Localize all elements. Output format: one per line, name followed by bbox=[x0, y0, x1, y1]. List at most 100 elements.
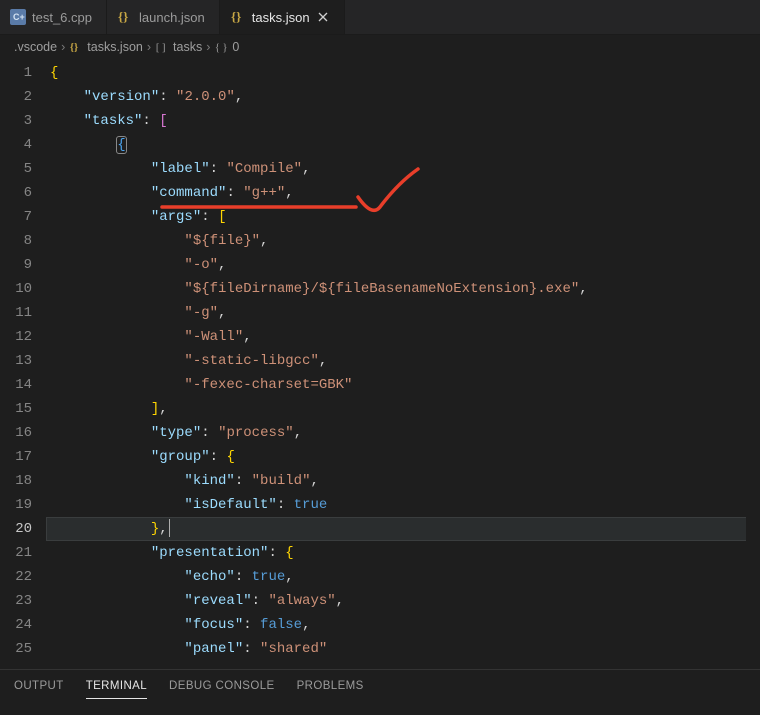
line-number: 25 bbox=[0, 637, 32, 661]
token-key: "command" bbox=[151, 185, 227, 201]
token-pun: , bbox=[285, 569, 293, 585]
line-number: 12 bbox=[0, 325, 32, 349]
code-line[interactable]: ], bbox=[46, 397, 760, 421]
code-line[interactable]: "kind": "build", bbox=[46, 469, 760, 493]
text-cursor bbox=[169, 519, 170, 537]
code-line[interactable]: "echo": true, bbox=[46, 565, 760, 589]
svg-text:{}: {} bbox=[118, 9, 128, 24]
line-number: 9 bbox=[0, 253, 32, 277]
tab-label: test_6.cpp bbox=[32, 10, 92, 25]
token-pun: : bbox=[159, 89, 176, 105]
line-number: 6 bbox=[0, 181, 32, 205]
token-key: "type" bbox=[151, 425, 201, 441]
code-line[interactable]: "group": { bbox=[46, 445, 760, 469]
code-line[interactable]: "type": "process", bbox=[46, 421, 760, 445]
line-number: 15 bbox=[0, 397, 32, 421]
object-icon: { } bbox=[214, 40, 228, 54]
token-pun: : bbox=[243, 617, 260, 633]
svg-text:[ ]: [ ] bbox=[156, 43, 166, 54]
token-key: "tasks" bbox=[84, 113, 143, 129]
tab-tasks-json[interactable]: {} tasks.json bbox=[220, 0, 345, 34]
array-icon: [ ] bbox=[155, 40, 169, 54]
json-file-icon: {} bbox=[69, 40, 83, 54]
token-pun: : bbox=[243, 641, 260, 657]
code-line[interactable]: "args": [ bbox=[46, 205, 760, 229]
token-brkD: } bbox=[151, 521, 159, 537]
vertical-scrollbar[interactable] bbox=[746, 59, 760, 669]
panel-tab-bar: OUTPUT TERMINAL DEBUG CONSOLE PROBLEMS bbox=[0, 670, 378, 699]
code-line[interactable]: "focus": false, bbox=[46, 613, 760, 637]
line-number: 18 bbox=[0, 469, 32, 493]
token-pun: , bbox=[159, 401, 167, 417]
token-pun: : bbox=[277, 497, 294, 513]
token-brkC: { bbox=[117, 137, 125, 153]
token-pun: , bbox=[302, 161, 310, 177]
code-line[interactable]: "label": "Compile", bbox=[46, 157, 760, 181]
code-line[interactable]: "panel": "shared" bbox=[46, 637, 760, 661]
token-key: "args" bbox=[151, 209, 201, 225]
code-line[interactable]: { bbox=[46, 133, 760, 157]
code-line[interactable]: "version": "2.0.0", bbox=[46, 85, 760, 109]
token-bool: true bbox=[294, 497, 328, 513]
panel-tab-terminal[interactable]: TERMINAL bbox=[86, 680, 147, 699]
token-pun: : bbox=[142, 113, 159, 129]
tab-test-6-cpp[interactable]: C+ test_6.cpp bbox=[0, 0, 107, 34]
code-line[interactable]: "-static-libgcc", bbox=[46, 349, 760, 373]
token-str: "-Wall" bbox=[184, 329, 243, 345]
code-line[interactable]: "-Wall", bbox=[46, 325, 760, 349]
breadcrumb-segment[interactable]: tasks.json bbox=[87, 40, 143, 54]
token-key: "label" bbox=[151, 161, 210, 177]
line-number: 23 bbox=[0, 589, 32, 613]
code-line[interactable]: "isDefault": true bbox=[46, 493, 760, 517]
breadcrumb-segment[interactable]: .vscode bbox=[14, 40, 57, 54]
panel-tab-debug-console[interactable]: DEBUG CONSOLE bbox=[169, 680, 275, 699]
code-area[interactable]: { "version": "2.0.0", "tasks": [ { "labe… bbox=[46, 59, 760, 669]
panel-tab-output[interactable]: OUTPUT bbox=[14, 680, 64, 699]
breadcrumb-segment[interactable]: tasks bbox=[173, 40, 202, 54]
token-pun: : bbox=[210, 161, 227, 177]
token-pun: , bbox=[218, 257, 226, 273]
line-number: 14 bbox=[0, 373, 32, 397]
line-number: 4 bbox=[0, 133, 32, 157]
close-icon[interactable] bbox=[316, 10, 330, 24]
line-number: 2 bbox=[0, 85, 32, 109]
token-pun: : bbox=[268, 545, 285, 561]
tab-label: launch.json bbox=[139, 10, 205, 25]
line-number-gutter: 1234567891011121314151617181920212223242… bbox=[0, 59, 46, 669]
code-line[interactable]: "${file}", bbox=[46, 229, 760, 253]
token-key: "echo" bbox=[184, 569, 234, 585]
token-pun: , bbox=[218, 305, 226, 321]
code-line[interactable]: "tasks": [ bbox=[46, 109, 760, 133]
code-line[interactable]: "command": "g++", bbox=[46, 181, 760, 205]
token-str: "g++" bbox=[243, 185, 285, 201]
code-line[interactable]: "-o", bbox=[46, 253, 760, 277]
line-number: 7 bbox=[0, 205, 32, 229]
code-line[interactable]: }, bbox=[46, 517, 760, 541]
line-number: 17 bbox=[0, 445, 32, 469]
token-str: "Compile" bbox=[226, 161, 302, 177]
code-line[interactable]: { bbox=[46, 61, 760, 85]
token-pun: , bbox=[285, 185, 293, 201]
token-pun: , bbox=[302, 617, 310, 633]
code-line[interactable]: "reveal": "always", bbox=[46, 589, 760, 613]
token-str: "process" bbox=[218, 425, 294, 441]
token-key: "focus" bbox=[184, 617, 243, 633]
code-editor[interactable]: 1234567891011121314151617181920212223242… bbox=[0, 59, 760, 669]
svg-text:C+: C+ bbox=[13, 12, 25, 22]
token-pun: , bbox=[579, 281, 587, 297]
token-pun: : bbox=[201, 425, 218, 441]
line-number: 1 bbox=[0, 61, 32, 85]
token-str: "shared" bbox=[260, 641, 327, 657]
code-line[interactable]: "-g", bbox=[46, 301, 760, 325]
panel-tab-problems[interactable]: PROBLEMS bbox=[297, 680, 364, 699]
token-brkD: ] bbox=[151, 401, 159, 417]
code-line[interactable]: "presentation": { bbox=[46, 541, 760, 565]
chevron-right-icon: › bbox=[61, 40, 65, 54]
token-key: "reveal" bbox=[184, 593, 251, 609]
breadcrumb[interactable]: .vscode › {} tasks.json › [ ] tasks › { … bbox=[0, 35, 760, 59]
token-pun: : bbox=[235, 473, 252, 489]
tab-launch-json[interactable]: {} launch.json bbox=[107, 0, 220, 34]
breadcrumb-segment[interactable]: 0 bbox=[232, 40, 239, 54]
code-line[interactable]: "${fileDirname}/${fileBasenameNoExtensio… bbox=[46, 277, 760, 301]
code-line[interactable]: "-fexec-charset=GBK" bbox=[46, 373, 760, 397]
